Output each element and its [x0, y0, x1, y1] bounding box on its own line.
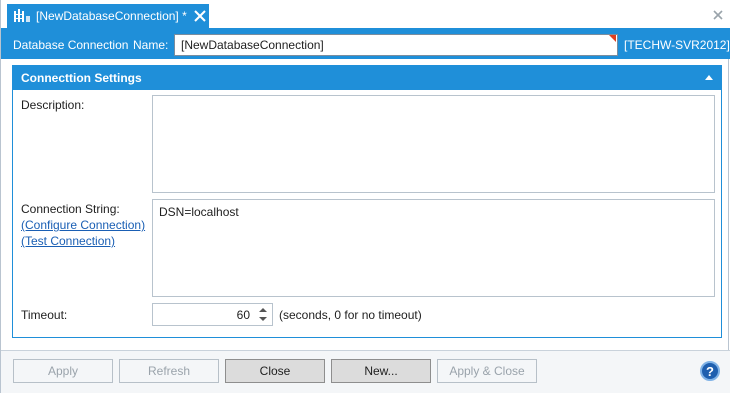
description-label: Description: — [21, 98, 85, 112]
connection-string-label: Connection String: — [21, 202, 120, 216]
chevron-up-icon[interactable] — [705, 75, 713, 80]
close-icon[interactable] — [193, 9, 207, 23]
stepper-down-icon[interactable] — [259, 317, 267, 321]
timeout-stepper[interactable]: 60 — [152, 303, 273, 326]
name-label: Name: — [133, 38, 169, 52]
document-tab-strip: [NewDatabaseConnection] * — [1, 0, 730, 30]
description-field[interactable] — [152, 95, 715, 193]
close-icon[interactable] — [712, 9, 724, 21]
help-icon[interactable]: ? — [700, 361, 720, 381]
database-connection-window: [NewDatabaseConnection] * Database Conne… — [0, 0, 730, 393]
button-bar: Apply Refresh Close New... Apply & Close… — [1, 351, 730, 393]
server-label: [TECHW-SVR2012] — [624, 38, 730, 52]
connection-type-label: Database Connection — [13, 38, 129, 52]
document-tab[interactable]: [NewDatabaseConnection] * — [7, 4, 209, 28]
test-connection-link[interactable]: (Test Connection) — [21, 234, 115, 248]
timeout-label: Timeout: — [21, 308, 68, 322]
apply-close-button[interactable]: Apply & Close — [437, 359, 537, 383]
refresh-button[interactable]: Refresh — [119, 359, 219, 383]
stepper-up-icon[interactable] — [259, 308, 267, 312]
timeout-value: 60 — [236, 308, 250, 322]
timeout-hint: (seconds, 0 for no timeout) — [279, 308, 422, 322]
apply-button[interactable]: Apply — [13, 359, 113, 383]
configure-connection-link[interactable]: (Configure Connection) — [21, 218, 145, 232]
tab-title: [NewDatabaseConnection] * — [36, 9, 187, 23]
close-button[interactable]: Close — [225, 359, 325, 383]
connection-name-bar: Database Connection Name: [TECHW-SVR2012… — [1, 31, 730, 59]
database-grid-icon — [13, 8, 31, 24]
panel-title: Connecttion Settings — [21, 71, 142, 85]
required-field-marker — [609, 35, 616, 42]
connection-settings-panel: Connecttion Settings Description: Connec… — [12, 65, 722, 338]
new-button[interactable]: New... — [331, 359, 431, 383]
connection-name-input[interactable] — [174, 34, 618, 56]
panel-header[interactable]: Connecttion Settings — [13, 66, 721, 90]
stepper-arrows — [259, 308, 268, 322]
connection-string-field[interactable]: DSN=localhost — [152, 199, 715, 297]
